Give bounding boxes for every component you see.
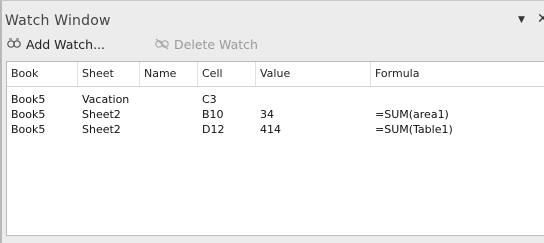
- formula-cell: =SUM(area1): [375, 108, 449, 121]
- cell-ref-cell: C3: [202, 93, 217, 106]
- name-cell: [140, 107, 202, 122]
- value-cell: 34: [260, 108, 274, 121]
- column-header-book[interactable]: Book: [7, 62, 78, 86]
- cell-ref-cell: D12: [202, 123, 225, 136]
- sheet-cell: Sheet2: [82, 123, 121, 136]
- table-row[interactable]: Book5 Vacation C3: [7, 92, 544, 107]
- book-cell: Book5: [11, 123, 46, 136]
- book-cell: Book5: [11, 93, 46, 106]
- formula-cell: =SUM(Table1): [375, 123, 453, 136]
- value-cell: [256, 92, 375, 107]
- watch-list[interactable]: Book Sheet Name Cell Value Formula Book5…: [6, 61, 544, 236]
- column-header-value[interactable]: Value: [256, 62, 371, 86]
- close-icon[interactable]: ✕: [537, 11, 544, 27]
- value-cell: 414: [260, 123, 281, 136]
- column-header-name[interactable]: Name: [140, 62, 198, 86]
- watch-window-pane: Watch Window ▼ ✕ Add Watch... Delete Wat…: [0, 0, 544, 243]
- name-cell: [140, 92, 202, 107]
- column-header-sheet[interactable]: Sheet: [78, 62, 140, 86]
- add-watch-icon: [7, 38, 21, 48]
- name-cell: [140, 122, 202, 137]
- dropdown-arrow-icon[interactable]: ▼: [518, 15, 525, 25]
- book-cell: Book5: [11, 108, 46, 121]
- sheet-cell: Sheet2: [82, 108, 121, 121]
- column-header-row: Book Sheet Name Cell Value Formula: [7, 62, 544, 87]
- table-row[interactable]: Book5 Sheet2 B10 34 =SUM(area1): [7, 107, 544, 122]
- table-row[interactable]: Book5 Sheet2 D12 414 =SUM(Table1): [7, 122, 544, 137]
- delete-watch-icon: [155, 38, 169, 50]
- pane-title: Watch Window: [5, 13, 111, 29]
- column-header-cell[interactable]: Cell: [198, 62, 256, 86]
- sheet-cell: Vacation: [82, 93, 130, 106]
- delete-watch-button[interactable]: Delete Watch: [154, 34, 258, 54]
- formula-cell: [371, 92, 544, 107]
- cell-ref-cell: B10: [202, 108, 224, 121]
- add-watch-button[interactable]: Add Watch...: [6, 34, 105, 54]
- delete-watch-label: Delete Watch: [174, 36, 258, 52]
- add-watch-label: Add Watch...: [26, 36, 106, 52]
- column-header-formula[interactable]: Formula: [371, 62, 544, 86]
